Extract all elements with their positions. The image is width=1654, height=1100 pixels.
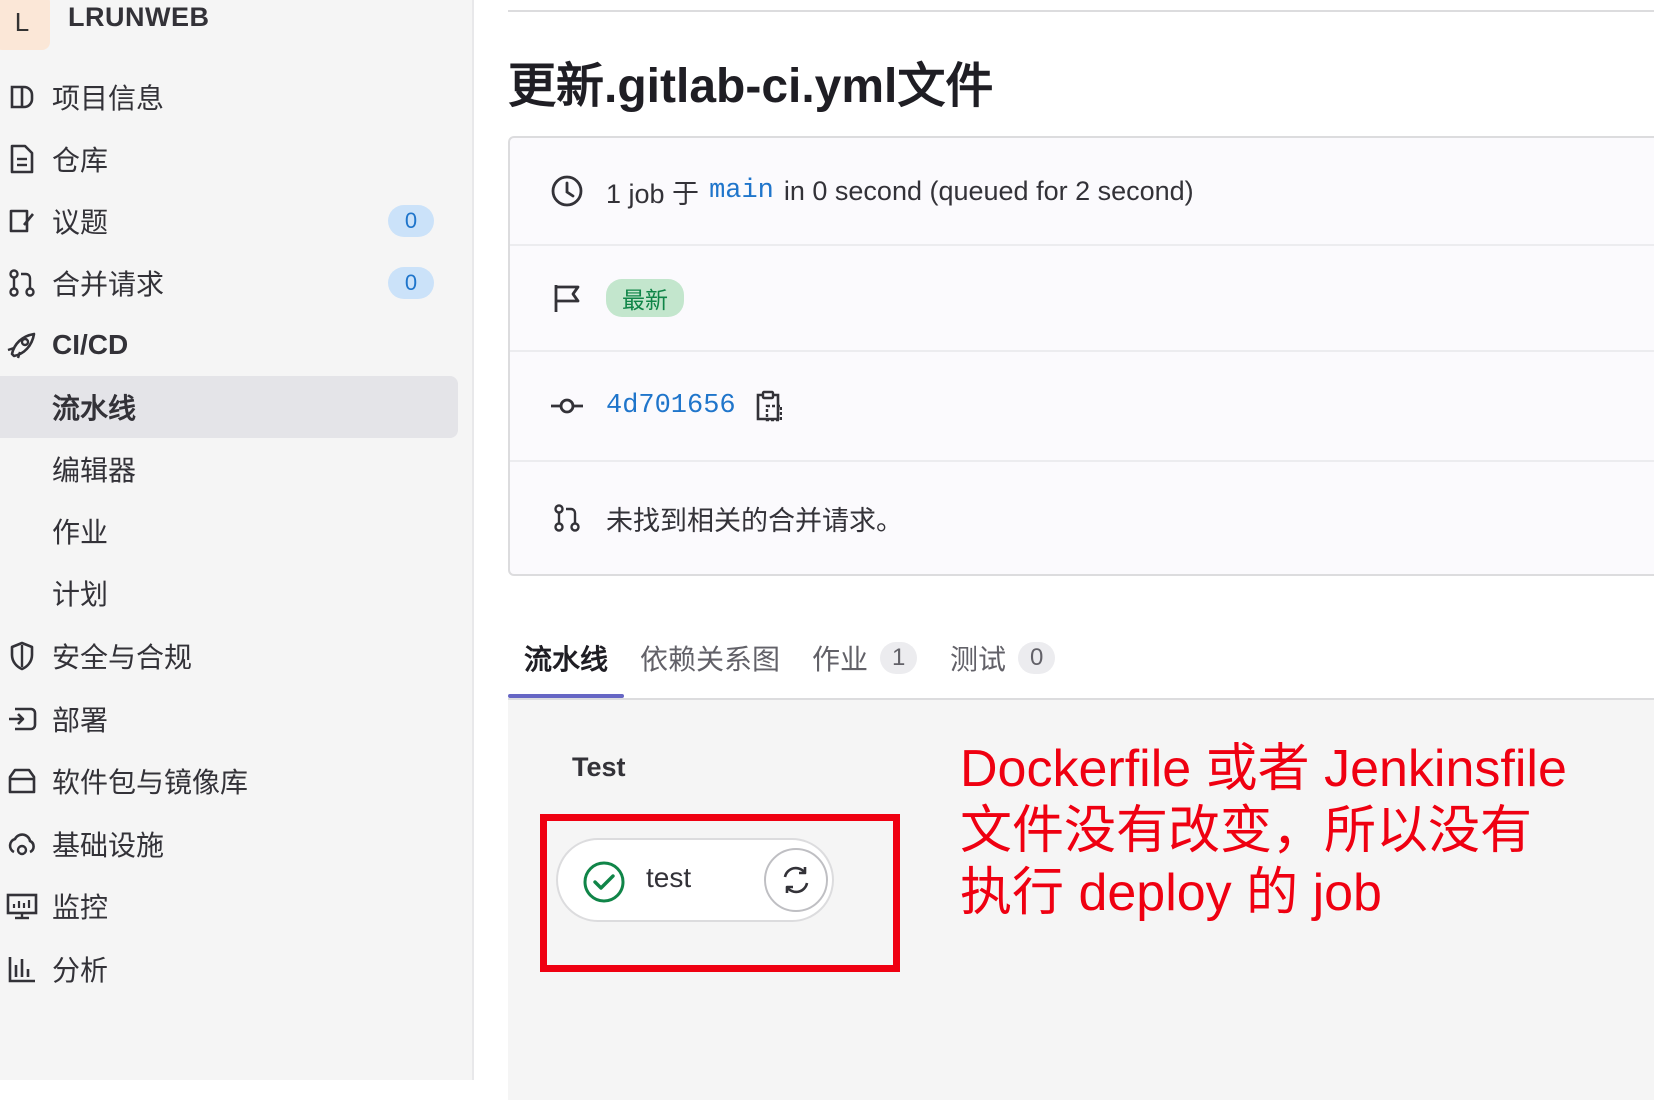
- project-name[interactable]: LRUNWEB: [68, 2, 209, 33]
- repository-file-icon: [6, 143, 38, 175]
- left-sidebar: L LRUNWEB 项目信息 仓库 议题 0 合并请求 0 CI/CD 流水线: [0, 0, 474, 1080]
- job-count-text: 1 job 于: [606, 178, 700, 209]
- jobs-count-badge: 1: [880, 642, 918, 674]
- sidebar-item-schedules[interactable]: 计划: [0, 562, 458, 624]
- sidebar-item-analytics[interactable]: 分析: [0, 938, 458, 1000]
- chart-icon: [6, 953, 38, 985]
- sidebar-item-label: 作业: [52, 517, 109, 548]
- commit-sha-link[interactable]: 4d701656: [606, 391, 736, 421]
- sidebar-item-label: 计划: [52, 579, 109, 610]
- sidebar-item-cicd[interactable]: CI/CD: [0, 314, 458, 376]
- pipeline-duration-row: 1 job 于 main in 0 second (queued for 2 s…: [510, 138, 1654, 246]
- sidebar-item-merge-requests[interactable]: 合并请求 0: [0, 252, 458, 314]
- tab-label: 依赖关系图: [640, 644, 781, 675]
- tab-pipeline[interactable]: 流水线: [507, 620, 625, 698]
- project-avatar[interactable]: L: [0, 0, 50, 50]
- commit-icon: [550, 389, 584, 423]
- sidebar-item-label: 议题: [52, 207, 109, 238]
- sidebar-item-jobs[interactable]: 作业: [0, 500, 458, 562]
- page-title: 更新.gitlab-ci.yml文件: [508, 60, 994, 113]
- merge-request-row: 未找到相关的合并请求。: [510, 462, 1654, 574]
- sidebar-item-editor[interactable]: 编辑器: [0, 438, 458, 500]
- project-info-icon: [6, 81, 38, 113]
- sidebar-item-label: 仓库: [52, 145, 109, 176]
- tab-tests[interactable]: 测试 0: [950, 620, 1056, 696]
- flag-icon: [550, 281, 584, 315]
- annotation-line: 执行 deploy 的 job: [960, 864, 1382, 922]
- pipeline-badges-row: 最新: [510, 246, 1654, 352]
- clock-icon: [550, 174, 584, 208]
- job-item-test[interactable]: test: [556, 838, 834, 922]
- sidebar-item-project-info[interactable]: 项目信息: [0, 66, 458, 128]
- rocket-icon: [6, 329, 38, 361]
- sidebar-item-label: 项目信息: [52, 83, 165, 114]
- sidebar-item-monitor[interactable]: 监控: [0, 875, 458, 937]
- tab-label: 测试: [950, 644, 1007, 675]
- latest-badge: 最新: [606, 279, 684, 317]
- merge-request-icon: [6, 267, 38, 299]
- sidebar-item-packages[interactable]: 软件包与镜像库: [0, 750, 458, 812]
- duration-text: in 0 second (queued for 2 second): [783, 175, 1194, 206]
- issues-count-badge: 0: [388, 205, 434, 237]
- status-success-icon: [582, 860, 626, 904]
- annotation-text: Dockerfile 或者 Jenkinsfile 文件没有改变，所以没有 执行…: [960, 738, 1600, 924]
- tab-label: 流水线: [524, 644, 609, 675]
- sidebar-item-deployments[interactable]: 部署: [0, 688, 458, 750]
- shield-icon: [6, 640, 38, 672]
- annotation-line: Dockerfile 或者 Jenkinsfile: [960, 740, 1567, 798]
- no-merge-request-text: 未找到相关的合并请求。: [606, 505, 903, 536]
- tab-jobs[interactable]: 作业 1: [812, 620, 918, 696]
- sidebar-item-label: 部署: [52, 705, 109, 736]
- tab-label: 作业: [812, 644, 869, 675]
- job-name: test: [646, 862, 692, 893]
- tests-count-badge: 0: [1018, 642, 1056, 674]
- branch-link[interactable]: main: [709, 176, 774, 206]
- retry-icon[interactable]: [764, 848, 828, 912]
- tab-dependency-graph[interactable]: 依赖关系图: [640, 620, 780, 696]
- merge-requests-count-badge: 0: [388, 267, 434, 299]
- sidebar-item-label: 分析: [52, 955, 109, 986]
- sidebar-item-issues[interactable]: 议题 0: [0, 190, 458, 252]
- deployments-icon: [6, 703, 38, 735]
- sidebar-item-pipelines[interactable]: 流水线: [0, 376, 458, 438]
- cloud-gear-icon: [6, 828, 38, 860]
- copy-clipboard-icon[interactable]: [754, 390, 782, 422]
- annotation-line: 文件没有改变，所以没有: [960, 802, 1533, 860]
- sidebar-item-security[interactable]: 安全与合规: [0, 625, 458, 687]
- sidebar-item-label: 基础设施: [52, 830, 165, 861]
- commit-row: 4d701656: [510, 352, 1654, 462]
- sidebar-item-label: CI/CD: [52, 329, 129, 360]
- sidebar-item-label: 流水线: [52, 393, 137, 424]
- pipeline-graph: Test test Dockerfile 或者 Jenkinsfile 文件没有…: [508, 700, 1654, 1100]
- stage-title: Test: [572, 752, 626, 782]
- sidebar-item-label: 监控: [52, 892, 109, 923]
- sidebar-item-infrastructure[interactable]: 基础设施: [0, 813, 458, 875]
- sidebar-item-label: 软件包与镜像库: [52, 767, 249, 798]
- sidebar-item-label: 合并请求: [52, 269, 165, 300]
- issues-icon: [6, 205, 38, 237]
- package-icon: [6, 765, 38, 797]
- sidebar-item-label: 编辑器: [52, 455, 137, 486]
- divider: [508, 10, 1654, 12]
- pipeline-duration-text: 1 job 于 main in 0 second (queued for 2 s…: [606, 172, 1194, 211]
- pipeline-tabs: 流水线 依赖关系图 作业 1 测试 0: [507, 620, 1654, 700]
- pipeline-info-card: 1 job 于 main in 0 second (queued for 2 s…: [508, 136, 1654, 576]
- monitor-icon: [6, 890, 38, 922]
- sidebar-item-repository[interactable]: 仓库: [0, 128, 458, 190]
- sidebar-item-label: 安全与合规: [52, 642, 193, 673]
- main-content: 更新.gitlab-ci.yml文件 1 job 于 main in 0 sec…: [507, 0, 1654, 1100]
- merge-request-icon: [550, 501, 584, 535]
